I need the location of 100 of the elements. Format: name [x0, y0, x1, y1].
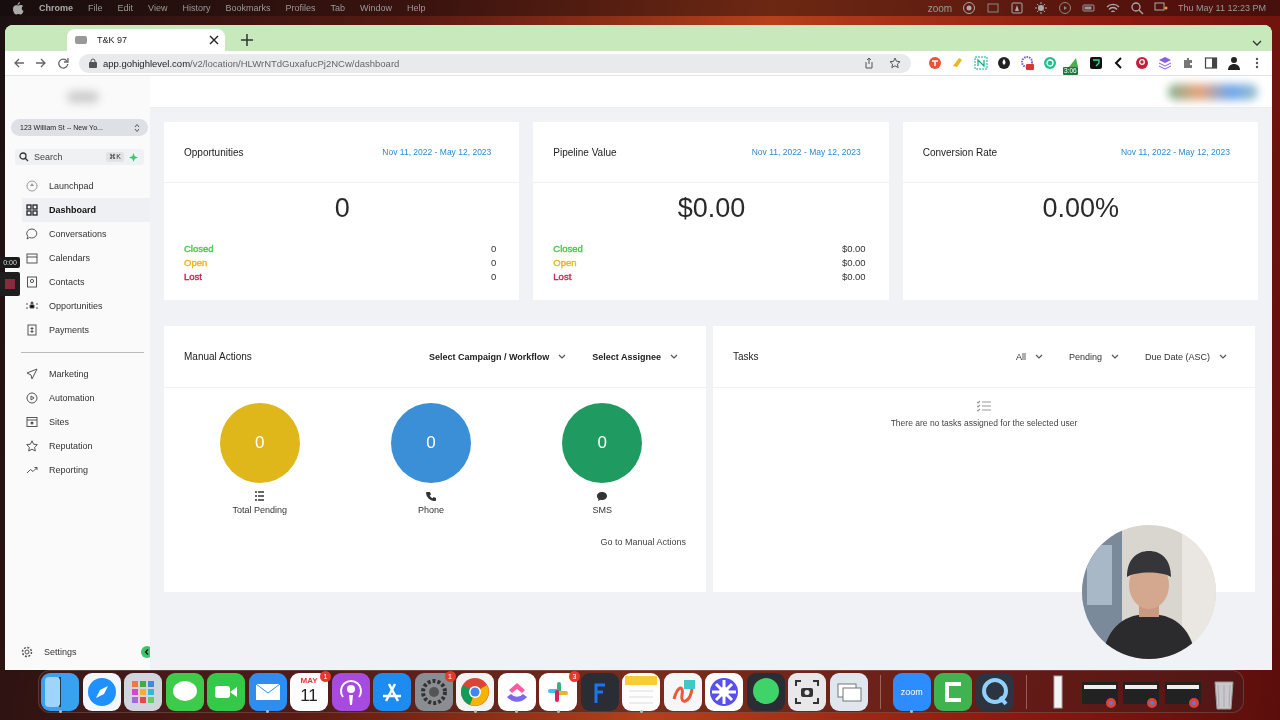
empty-message: There are no tasks assigned for the selected user [890, 418, 1078, 428]
chevron-down-icon [670, 354, 678, 359]
nav-item[interactable]: Payments [22, 318, 150, 342]
tab-title: T&K 97 [97, 35, 128, 45]
app-icon[interactable] [975, 672, 1014, 711]
app-icon[interactable] [165, 672, 204, 711]
extension-icon[interactable] [997, 56, 1011, 70]
app-icon[interactable] [456, 672, 494, 711]
app-icon[interactable] [331, 672, 370, 711]
nav-item[interactable]: Reputation [22, 434, 150, 458]
side-panel-icon[interactable] [1204, 56, 1218, 70]
settings-icon [21, 646, 33, 658]
filter-dropdown[interactable]: All [1015, 351, 1043, 362]
count-circle: 0 [562, 403, 643, 483]
nav-item[interactable]: Opportunities [22, 294, 150, 318]
back-icon[interactable] [13, 57, 25, 69]
close-icon[interactable] [209, 35, 219, 45]
star-icon[interactable] [889, 57, 901, 69]
menu-item[interactable]: Window [359, 3, 392, 13]
extension-icon[interactable] [1089, 56, 1103, 70]
app-icon[interactable] [663, 672, 702, 711]
lock-icon [88, 58, 97, 68]
nav-icon [26, 440, 38, 452]
menu-item[interactable]: Bookmarks [225, 3, 271, 13]
filter-dropdown[interactable]: Select Assignee [592, 351, 678, 362]
nav-item[interactable]: Sites [22, 410, 150, 434]
status-icon[interactable] [962, 1, 977, 15]
menu-status-item[interactable]: zoom [927, 2, 953, 14]
search-field[interactable]: Search [34, 152, 102, 162]
url-text: app.gohighlevel.com/v2/location/HLWrNTdGuxafucPj2NCw/dashboard [102, 57, 400, 69]
card-title: Pipeline Value [553, 146, 617, 158]
chevron-down-icon[interactable] [1252, 40, 1262, 46]
nav-item[interactable]: Conversations [22, 222, 150, 246]
status-label: Open [184, 256, 208, 270]
app-icon[interactable] [705, 672, 743, 711]
menu-item[interactable]: View [148, 3, 168, 13]
browser-tab[interactable]: T&K 97 [67, 29, 225, 51]
stat-value: $0.00 [676, 193, 747, 224]
app-icon[interactable] [788, 672, 826, 711]
status-icon[interactable] [1010, 1, 1025, 15]
status-label: Lost [553, 270, 572, 284]
nav-icon [26, 180, 38, 192]
menu-app-name[interactable]: Chrome [39, 3, 73, 13]
status-icon[interactable] [1034, 1, 1049, 15]
app-icon[interactable] [934, 672, 973, 711]
settings-link[interactable]: Settings [17, 640, 77, 664]
status-icon[interactable] [1082, 1, 1097, 15]
manual-actions-link[interactable]: Go to Manual Actions [600, 537, 686, 547]
nav-item[interactable]: Reporting [22, 458, 150, 482]
chevron-down-icon [1219, 354, 1227, 359]
app-icon[interactable] [82, 672, 121, 711]
stat-value: 0.00% [1041, 193, 1121, 224]
filter-dropdown[interactable]: Select Campaign / Workflow [428, 351, 567, 362]
app-icon[interactable] [124, 672, 162, 711]
status-icon[interactable] [1130, 1, 1145, 15]
app-icon[interactable] [373, 672, 411, 711]
app-icon[interactable] [207, 672, 245, 711]
filter-dropdown[interactable]: Pending [1068, 351, 1119, 362]
app-icon[interactable] [539, 672, 577, 711]
app-icon[interactable] [746, 672, 785, 711]
app-icon[interactable] [248, 672, 287, 711]
date-range-link[interactable]: Nov 11, 2022 - May 12, 2023 [382, 147, 492, 157]
filter-dropdown[interactable]: Due Date (ASC) [1144, 351, 1227, 362]
menu-item[interactable]: Profiles [285, 3, 316, 13]
nav-item[interactable]: Dashboard [22, 198, 150, 222]
nav-icon [26, 204, 38, 216]
address-bar[interactable]: app.gohighlevel.com/v2/location/HLWrNTdGuxafucPj2NCw/dashboard [78, 53, 911, 73]
menu-item[interactable]: Help [407, 3, 426, 13]
date-range-link[interactable]: Nov 11, 2022 - May 12, 2023 [1121, 147, 1230, 157]
nav-item[interactable]: Marketing [22, 362, 150, 386]
card-title: Opportunities [184, 146, 244, 158]
chevron-down-icon [1034, 354, 1043, 359]
forward-icon[interactable] [34, 57, 47, 69]
profile-icon[interactable] [1227, 56, 1241, 70]
menu-item[interactable]: File [88, 3, 103, 13]
blurred-logo [67, 91, 99, 103]
status-icon[interactable] [1106, 1, 1121, 15]
date-range-link[interactable]: Nov 11, 2022 - May 12, 2023 [751, 147, 861, 157]
app-icon[interactable] [622, 672, 660, 711]
apple-menu-icon[interactable] [12, 1, 24, 15]
app-icon[interactable] [829, 672, 868, 711]
nav-icon [26, 368, 38, 380]
menu-item[interactable]: Tab [330, 3, 345, 13]
status-value: 0 [491, 242, 497, 256]
menu-item[interactable]: Edit [117, 3, 134, 13]
new-tab-icon[interactable] [241, 34, 253, 46]
app-icon[interactable] [497, 672, 536, 711]
nav-item[interactable]: Automation [22, 386, 150, 410]
menu-clock[interactable]: Thu May 11 12:23 PM [1178, 3, 1266, 13]
share-icon[interactable] [863, 57, 875, 69]
status-icon[interactable] [1058, 1, 1073, 15]
menu-item[interactable]: History [182, 3, 211, 13]
nav-item[interactable]: Calendars [22, 246, 150, 270]
nav-item[interactable]: Contacts [22, 270, 150, 294]
nav-item[interactable]: Launchpad [22, 174, 150, 198]
reload-icon[interactable] [56, 57, 69, 69]
counter-label: Total Pending [232, 505, 287, 515]
counter-label: Phone [417, 505, 444, 515]
app-icon[interactable] [41, 672, 79, 711]
extensions-icon[interactable] [1181, 56, 1195, 70]
